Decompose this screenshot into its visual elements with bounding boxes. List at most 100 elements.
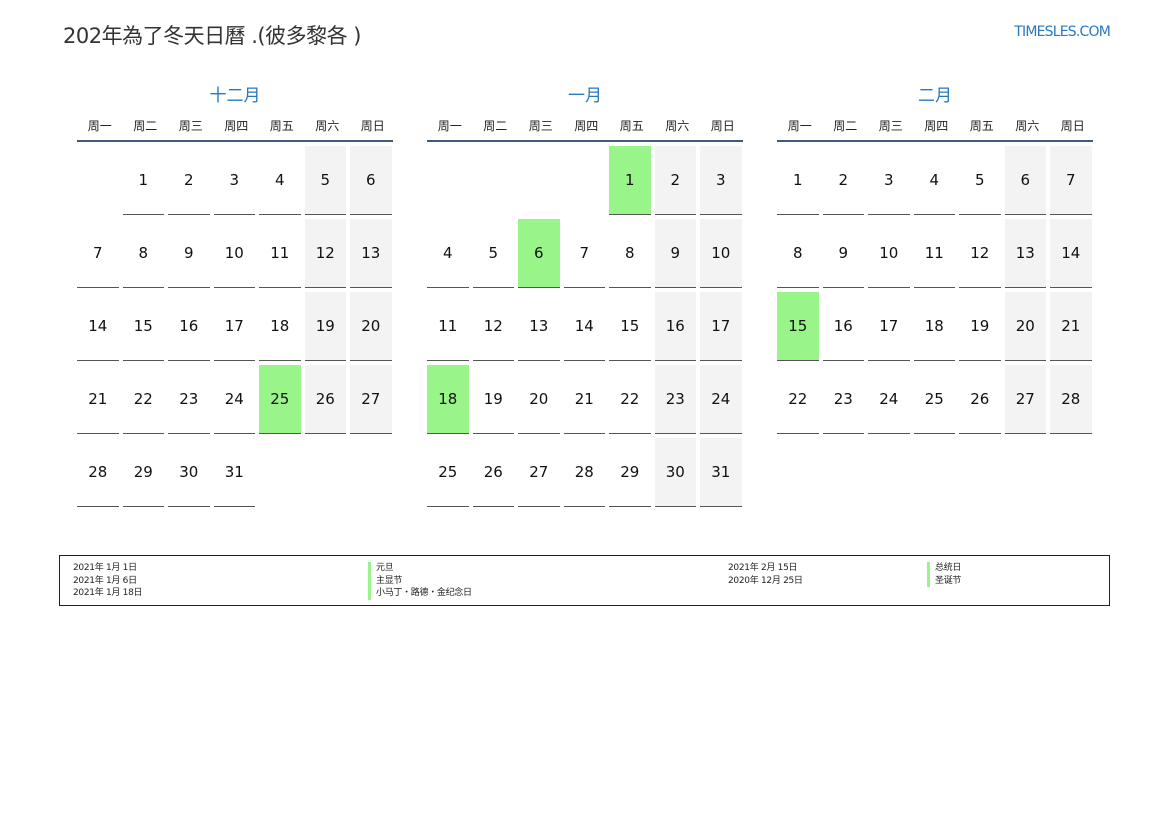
- legend-date: 2021年 1月 1日: [73, 563, 137, 573]
- day-cell[interactable]: 11: [913, 219, 955, 288]
- day-cell[interactable]: 7: [563, 219, 605, 288]
- day-cell[interactable]: 9: [822, 219, 864, 288]
- day-cell[interactable]: 26: [304, 365, 346, 434]
- day-cell[interactable]: 1: [122, 146, 164, 215]
- day-cell[interactable]: 20: [518, 365, 560, 434]
- day-cell[interactable]: 28: [563, 438, 605, 507]
- day-cell[interactable]: 10: [700, 219, 742, 288]
- day-cell[interactable]: 29: [609, 438, 651, 507]
- day-cell[interactable]: 19: [472, 365, 514, 434]
- holiday-day-cell[interactable]: 6: [518, 219, 560, 288]
- day-cell[interactable]: 14: [563, 292, 605, 361]
- day-cell[interactable]: 24: [213, 365, 255, 434]
- day-cell[interactable]: 31: [213, 438, 255, 507]
- day-cell[interactable]: 29: [122, 438, 164, 507]
- day-cell[interactable]: 6: [1004, 146, 1046, 215]
- day-cell[interactable]: 3: [213, 146, 255, 215]
- month-calendar: 一月 周一 周二 周三 周四 周五 周六 周日 1 2 3 4 5 6 7 8 9 10 11 12 13 14 15 16 1…: [427, 85, 743, 507]
- day-cell[interactable]: 7: [1050, 146, 1092, 215]
- day-cell[interactable]: 18: [259, 292, 301, 361]
- day-cell[interactable]: 19: [959, 292, 1001, 361]
- day-cell[interactable]: 4: [259, 146, 301, 215]
- day-cell[interactable]: 15: [609, 292, 651, 361]
- day-cell[interactable]: 17: [700, 292, 742, 361]
- day-cell[interactable]: 9: [654, 219, 696, 288]
- day-cell[interactable]: 3: [868, 146, 910, 215]
- day-cell[interactable]: 2: [168, 146, 210, 215]
- day-cell-empty: [473, 146, 515, 215]
- day-cell[interactable]: 25: [913, 365, 955, 434]
- day-cell[interactable]: 11: [427, 292, 469, 361]
- day-cell[interactable]: 10: [868, 219, 910, 288]
- day-cell[interactable]: 6: [350, 146, 392, 215]
- day-cell[interactable]: 24: [700, 365, 742, 434]
- day-cell[interactable]: 19: [304, 292, 346, 361]
- day-cell[interactable]: 25: [427, 438, 469, 507]
- day-cell[interactable]: 28: [77, 438, 119, 507]
- day-cell[interactable]: 27: [350, 365, 392, 434]
- day-cell[interactable]: 13: [518, 292, 560, 361]
- day-cell[interactable]: 4: [427, 219, 469, 288]
- day-cell[interactable]: 28: [1050, 365, 1092, 434]
- day-cell[interactable]: 31: [700, 438, 742, 507]
- weekday-label: 周六: [1015, 119, 1040, 133]
- day-cell-empty: [518, 146, 560, 215]
- day-cell[interactable]: 3: [700, 146, 742, 215]
- legend-dates-left: 2021年 1月 1日 2021年 1月 6日 2021年 1月 18日: [73, 562, 143, 600]
- day-cell[interactable]: 20: [350, 292, 392, 361]
- legend-date: 2021年 1月 18日: [73, 588, 143, 598]
- day-cell[interactable]: 21: [563, 365, 605, 434]
- day-cell[interactable]: 22: [777, 365, 819, 434]
- day-cell[interactable]: 17: [213, 292, 255, 361]
- day-cell[interactable]: 7: [77, 219, 119, 288]
- day-cell[interactable]: 16: [168, 292, 210, 361]
- day-cell[interactable]: 27: [1004, 365, 1046, 434]
- day-cell[interactable]: 30: [168, 438, 210, 507]
- day-cell[interactable]: 15: [122, 292, 164, 361]
- day-cell[interactable]: 12: [472, 292, 514, 361]
- day-cell[interactable]: 30: [654, 438, 696, 507]
- weekday-label: 周一: [437, 119, 462, 133]
- day-cell[interactable]: 21: [77, 365, 119, 434]
- holiday-day-cell[interactable]: 1: [609, 146, 651, 215]
- day-cell[interactable]: 23: [168, 365, 210, 434]
- day-cell[interactable]: 5: [472, 219, 514, 288]
- day-cell[interactable]: 11: [259, 219, 301, 288]
- day-cell[interactable]: 27: [518, 438, 560, 507]
- day-cell[interactable]: 4: [913, 146, 955, 215]
- day-cell[interactable]: 2: [822, 146, 864, 215]
- holiday-day-cell[interactable]: 25: [259, 365, 301, 434]
- day-cell[interactable]: 14: [1050, 219, 1092, 288]
- day-cell[interactable]: 20: [1004, 292, 1046, 361]
- day-cell[interactable]: 8: [122, 219, 164, 288]
- day-cell[interactable]: 8: [609, 219, 651, 288]
- day-cell[interactable]: 17: [868, 292, 910, 361]
- day-cell[interactable]: 23: [654, 365, 696, 434]
- day-cell[interactable]: 21: [1050, 292, 1092, 361]
- day-cell[interactable]: 12: [959, 219, 1001, 288]
- legend-names-right: 总统日 圣诞节: [927, 562, 961, 587]
- day-cell[interactable]: 26: [959, 365, 1001, 434]
- day-cell[interactable]: 12: [304, 219, 346, 288]
- site-link[interactable]: TIMESLES.COM: [1014, 24, 1111, 40]
- day-cell[interactable]: 2: [654, 146, 696, 215]
- day-cell[interactable]: 9: [168, 219, 210, 288]
- day-cell[interactable]: 8: [777, 219, 819, 288]
- day-cell[interactable]: 16: [654, 292, 696, 361]
- day-cell[interactable]: 22: [609, 365, 651, 434]
- day-cell[interactable]: 1: [777, 146, 819, 215]
- holiday-day-cell[interactable]: 18: [427, 365, 469, 434]
- day-cell[interactable]: 22: [122, 365, 164, 434]
- day-cell[interactable]: 23: [822, 365, 864, 434]
- holiday-day-cell[interactable]: 15: [777, 292, 819, 361]
- day-cell[interactable]: 16: [822, 292, 864, 361]
- day-cell[interactable]: 26: [472, 438, 514, 507]
- day-cell[interactable]: 5: [304, 146, 346, 215]
- day-cell[interactable]: 10: [213, 219, 255, 288]
- day-cell[interactable]: 13: [350, 219, 392, 288]
- day-cell[interactable]: 24: [868, 365, 910, 434]
- day-cell[interactable]: 14: [77, 292, 119, 361]
- day-cell[interactable]: 13: [1004, 219, 1046, 288]
- day-cell[interactable]: 18: [913, 292, 955, 361]
- day-cell[interactable]: 5: [959, 146, 1001, 215]
